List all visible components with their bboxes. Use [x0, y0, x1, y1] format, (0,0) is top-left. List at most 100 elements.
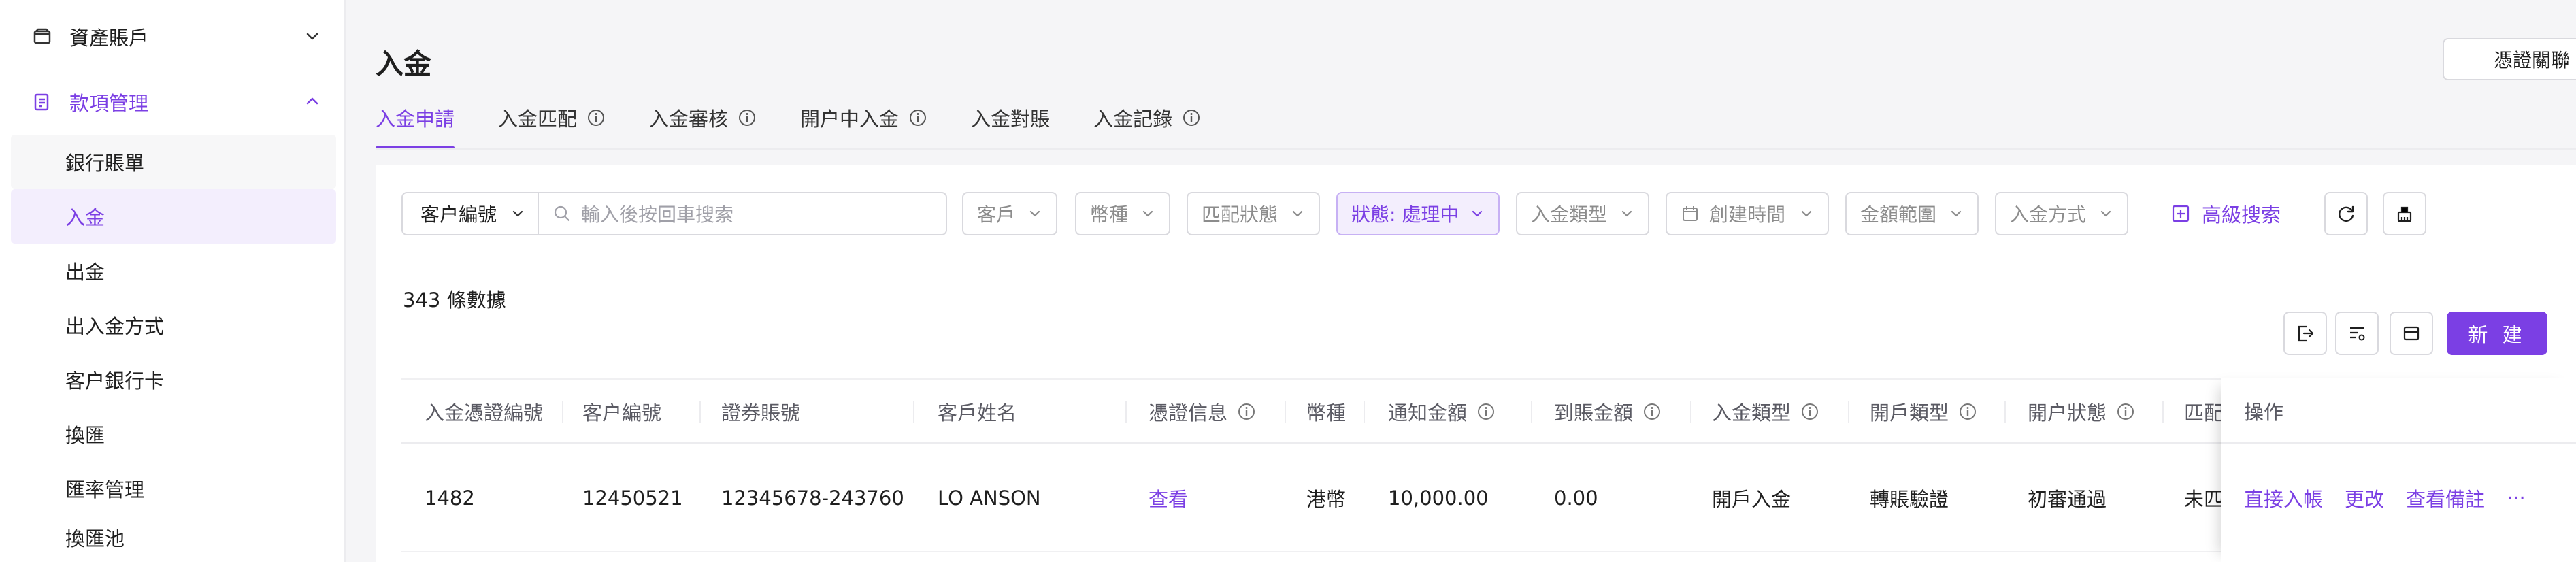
info-icon[interactable]: [1642, 402, 1662, 421]
clear-filters-button[interactable]: [2383, 192, 2426, 235]
tab-deposit-matching[interactable]: 入金匹配: [498, 99, 606, 136]
sidebar-group-label: 資產賬戶: [69, 27, 149, 50]
view-notes-link[interactable]: 查看備註: [2406, 484, 2485, 512]
amount-range-filter[interactable]: 金額範圍: [1845, 192, 1979, 235]
cell-match: 未匹: [2184, 488, 2224, 511]
column-header: 客戶姓名: [938, 380, 1017, 444]
column-separator: [1531, 401, 1532, 423]
column-header: 開戶類型: [1870, 380, 1977, 444]
refresh-button[interactable]: [2324, 192, 2368, 235]
view-voucher-link[interactable]: 查看: [1149, 444, 1188, 552]
column-separator: [1848, 401, 1849, 423]
sidebar-item-label: 換匯: [65, 424, 105, 447]
filter-label: 入金類型: [1531, 203, 1608, 226]
filter-label: 創建時間: [1709, 203, 1786, 226]
app-root: 資產賬戶 款項管理 銀行賬單 入金 出金 出入金方式 客户銀行卡 換匯 匯率管理…: [0, 0, 2576, 562]
chevron-up-icon: [302, 91, 323, 112]
column-header: 匹配: [2184, 380, 2224, 444]
sidebar-item-fx-rate-management[interactable]: 匯率管理: [11, 461, 336, 516]
search-input[interactable]: 輸入後按回車搜索: [539, 193, 946, 234]
more-actions-icon[interactable]: ···: [2507, 486, 2526, 510]
column-header-label: 客戶姓名: [938, 401, 1017, 425]
column-header: 開户狀態: [2028, 380, 2135, 444]
info-icon[interactable]: [1800, 402, 1819, 421]
info-icon[interactable]: [1958, 402, 1977, 421]
deposit-type-filter[interactable]: 入金類型: [1516, 192, 1649, 235]
density-button[interactable]: [2390, 312, 2433, 355]
sidebar-item-withdrawal[interactable]: 出金: [11, 244, 336, 298]
deposit-method-filter[interactable]: 入金方式: [1995, 192, 2128, 235]
sidebar-item-deposit[interactable]: 入金: [11, 189, 336, 244]
filter-label: 匹配狀態: [1202, 203, 1278, 226]
info-icon[interactable]: [2116, 402, 2135, 421]
sidebar-item-label: 換匯池: [65, 527, 125, 550]
sidebar-item-fx-exchange[interactable]: 換匯: [11, 407, 336, 461]
list-settings-icon: [2347, 323, 2367, 344]
advanced-search-label: 高級搜索: [2202, 203, 2281, 227]
info-icon[interactable]: [738, 108, 757, 127]
status-filter[interactable]: 狀態: 處理中: [1336, 192, 1500, 235]
cell-notified-amount: 10,000.00: [1388, 486, 1489, 510]
sidebar-group-payments[interactable]: 款項管理: [0, 68, 346, 136]
tab-account-opening-deposit[interactable]: 開户中入金: [800, 99, 927, 136]
chevron-down-icon: [1619, 206, 1634, 221]
sidebar-item-label: 匯率管理: [65, 478, 145, 501]
tab-deposit-review[interactable]: 入金審核: [649, 99, 757, 136]
actions-header: 操作: [2244, 401, 2284, 424]
tab-deposit-reconciliation[interactable]: 入金對賬: [971, 99, 1050, 136]
sidebar-group-asset-accounts[interactable]: 資產賬戶: [0, 3, 346, 71]
chevron-down-icon: [1799, 206, 1814, 221]
chevron-down-icon: [302, 26, 323, 46]
column-header: 到賬金額: [1554, 380, 1662, 444]
info-icon[interactable]: [1476, 402, 1496, 421]
tab-deposit-records[interactable]: 入金記錄: [1093, 99, 1201, 136]
currency-filter[interactable]: 幣種: [1075, 192, 1170, 235]
column-header-label: 幣種: [1306, 401, 1347, 425]
info-icon[interactable]: [908, 108, 927, 127]
sidebar: 資產賬戶 款項管理 銀行賬單 入金 出金 出入金方式 客户銀行卡 換匯 匯率管理…: [0, 0, 346, 562]
sidebar-item-label: 銀行賬單: [65, 152, 145, 175]
tab-deposit-application[interactable]: 入金申請: [376, 99, 455, 150]
sidebar-item-fx-pool[interactable]: 換匯池: [11, 516, 336, 559]
search-placeholder: 輸入後按回車搜索: [581, 203, 734, 226]
info-icon[interactable]: [1182, 108, 1201, 127]
direct-credit-link[interactable]: 直接入帳: [2244, 484, 2323, 512]
new-button[interactable]: 新 建: [2447, 312, 2547, 355]
search-field-select[interactable]: 客户編號: [403, 193, 539, 234]
cell-voucher-no: 1482: [425, 486, 475, 510]
column-header-label: 入金憑證編號: [425, 401, 544, 425]
filter-label: 金額範圍: [1860, 203, 1937, 226]
edit-link[interactable]: 更改: [2345, 484, 2384, 512]
column-header: 幣種: [1306, 380, 1346, 444]
sidebar-item-label: 出金: [65, 261, 105, 284]
column-header: 入金憑證編號: [425, 380, 543, 444]
column-separator: [1364, 401, 1365, 423]
chevron-down-icon: [510, 206, 525, 221]
info-icon[interactable]: [587, 108, 606, 127]
chevron-down-icon: [1949, 206, 1964, 221]
customer-filter[interactable]: 客戶: [962, 192, 1057, 235]
info-icon[interactable]: [1237, 402, 1256, 421]
record-count: 343 條數據: [403, 288, 506, 312]
sidebar-item-label: 入金: [65, 206, 105, 229]
cell-account-type: 轉賬驗證: [1870, 488, 1949, 511]
column-settings-button[interactable]: [2335, 312, 2379, 355]
tab-label: 入金申請: [376, 108, 455, 131]
chevron-down-icon: [1290, 206, 1305, 221]
cell-deposit-type: 開戶入金: [1712, 488, 1791, 511]
plus-square-icon: [2170, 203, 2191, 224]
column-header: 入金類型: [1712, 380, 1819, 444]
match-status-filter[interactable]: 匹配狀態: [1187, 192, 1320, 235]
chevron-down-icon: [1470, 206, 1485, 221]
column-header-label: 開戶類型: [1870, 401, 1949, 425]
column-header-label: 證券賬號: [721, 401, 801, 425]
tab-label: 入金審核: [649, 108, 729, 131]
sidebar-item-payment-methods[interactable]: 出入金方式: [11, 298, 336, 352]
voucher-link-button[interactable]: 憑證關聯: [2443, 38, 2576, 80]
sidebar-item-label: 出入金方式: [65, 315, 165, 338]
created-time-filter[interactable]: 創建時間: [1666, 192, 1829, 235]
sidebar-item-bank-statement[interactable]: 銀行賬單: [11, 135, 336, 189]
sidebar-item-customer-bank-cards[interactable]: 客户銀行卡: [11, 352, 336, 407]
advanced-search-button[interactable]: 高級搜索: [2170, 192, 2281, 235]
export-button[interactable]: [2283, 312, 2327, 355]
